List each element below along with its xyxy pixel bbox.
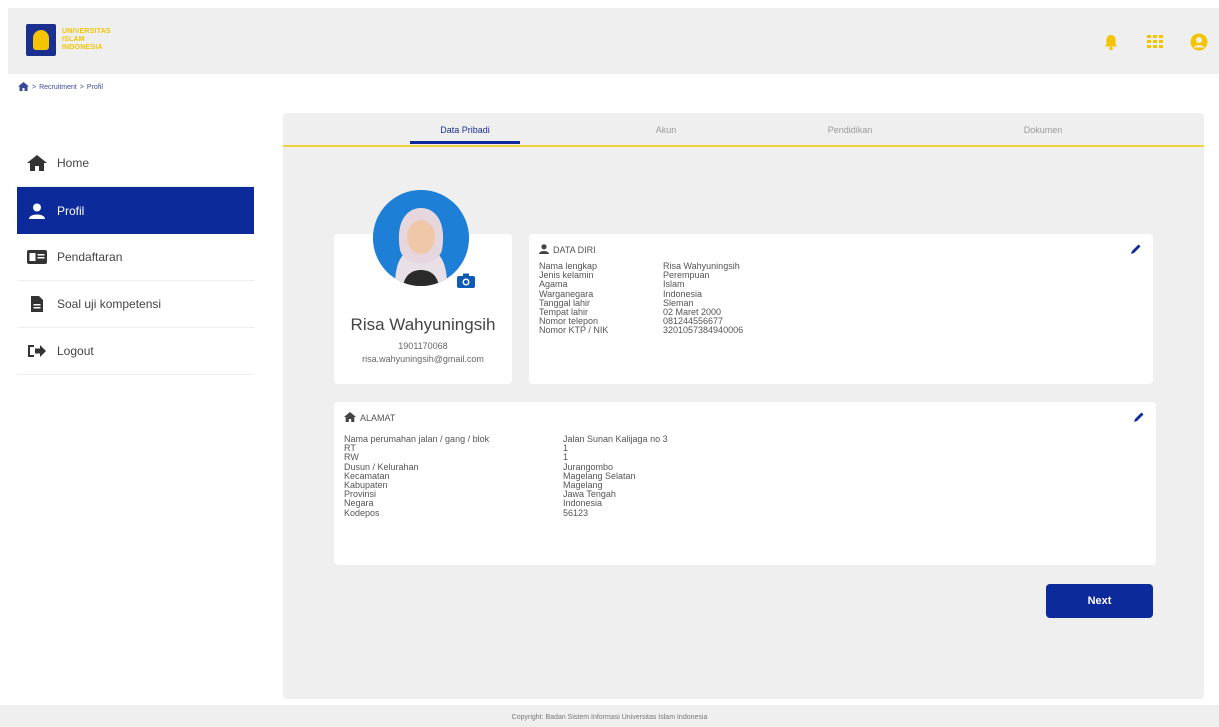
- table-row: Kecamatan Magelang Selatan: [344, 470, 636, 481]
- tab-bar: Data Pribadi Akun Pendidikan Dokumen: [283, 113, 1204, 147]
- user-icon: [27, 202, 47, 220]
- id-card-icon: [27, 248, 47, 266]
- sidebar-item-profil[interactable]: Profil: [17, 187, 254, 234]
- table-row: RT 1: [344, 443, 569, 454]
- active-tab-indicator: [410, 141, 520, 144]
- tab-data-pribadi[interactable]: Data Pribadi: [410, 125, 520, 135]
- pencil-icon: [1131, 244, 1141, 254]
- top-header: UNIVERSITAS ISLAM INDONESIA: [8, 8, 1219, 74]
- tab-akun[interactable]: Akun: [611, 125, 721, 135]
- user-icon: [539, 244, 549, 256]
- table-row: Provinsi Jawa Tengah: [344, 489, 616, 500]
- sidebar-item-label: Soal uji kompetensi: [57, 297, 162, 311]
- home-icon[interactable]: [18, 82, 29, 93]
- breadcrumb-recruitment[interactable]: Recruitment: [39, 84, 77, 91]
- sidebar-item-label: Pendaftaran: [57, 250, 123, 264]
- sidebar-item-label: Logout: [57, 344, 94, 358]
- tab-pendidikan[interactable]: Pendidikan: [795, 125, 905, 135]
- avatar: [373, 190, 469, 286]
- table-row: Kabupaten Magelang: [344, 480, 603, 491]
- sidebar-item-pendaftaran[interactable]: Pendaftaran: [17, 234, 254, 281]
- table-row: Negara Indonesia: [344, 498, 603, 509]
- file-icon: [27, 295, 47, 313]
- data-diri-header: DATA DIRI: [539, 244, 596, 256]
- breadcrumb-separator: >: [79, 84, 84, 91]
- sidebar-item-logout[interactable]: Logout: [17, 328, 254, 375]
- alamat-title: ALAMAT: [360, 413, 396, 423]
- alamat-card: ALAMAT Nama perumahan jalan / gang / blo…: [334, 402, 1156, 565]
- table-row: Nomor KTP / NIK 3201057384940006: [539, 325, 744, 336]
- home-icon: [27, 154, 47, 172]
- sidebar-item-label: Home: [57, 156, 90, 170]
- pencil-icon: [1134, 412, 1144, 422]
- breadcrumb: > Recruitment > Profil: [18, 82, 103, 93]
- sidebar: Home Profil Pendaftaran Soal uji kompete…: [17, 140, 254, 375]
- logo-emblem-icon: [26, 24, 56, 56]
- profile-id: 1901170068: [398, 341, 448, 351]
- edit-data-diri-button[interactable]: [1129, 242, 1143, 256]
- bell-icon[interactable]: [1101, 32, 1121, 52]
- logout-icon: [27, 342, 47, 360]
- edit-alamat-button[interactable]: [1132, 410, 1146, 424]
- data-diri-title: DATA DIRI: [553, 245, 596, 255]
- main-panel: Data Pribadi Akun Pendidikan Dokumen Ris…: [283, 113, 1204, 699]
- table-row: Kodepos 56123: [344, 507, 589, 518]
- next-button[interactable]: Next: [1046, 584, 1153, 618]
- sidebar-item-home[interactable]: Home: [17, 140, 254, 187]
- table-row: Nama perumahan jalan / gang / blok Jalan …: [344, 434, 668, 444]
- sidebar-item-label: Profil: [57, 203, 85, 218]
- profile-name: Risa Wahyuningsih: [350, 315, 496, 334]
- user-circle-icon[interactable]: [1189, 32, 1209, 52]
- profile-email: risa.wahyuningsih@gmail.com: [362, 354, 484, 364]
- logo-text: UNIVERSITAS ISLAM INDONESIA: [62, 28, 111, 51]
- camera-icon[interactable]: [457, 272, 475, 288]
- breadcrumb-separator: >: [32, 84, 37, 91]
- table-row: Jenis kelamin Perempuan: [539, 270, 710, 281]
- footer-copyright: Copyright: Badan Sistem Informasi Univer…: [0, 705, 1219, 727]
- alamat-rows: Nama perumahan jalan / gang / blok Jalan …: [344, 434, 668, 518]
- alamat-header: ALAMAT: [344, 412, 395, 424]
- data-diri-card: DATA DIRI Nama lengkap Risa Wahyuningsih …: [529, 234, 1153, 384]
- home-icon: [344, 412, 356, 424]
- tab-dokumen[interactable]: Dokumen: [988, 125, 1098, 135]
- uii-logo[interactable]: UNIVERSITAS ISLAM INDONESIA: [26, 24, 111, 56]
- data-diri-rows: Nama lengkap Risa Wahyuningsih Jenis kela…: [539, 261, 744, 336]
- apps-grid-icon[interactable]: [1145, 32, 1165, 52]
- breadcrumb-profil: Profil: [86, 84, 103, 91]
- sidebar-item-soal[interactable]: Soal uji kompetensi: [17, 281, 254, 328]
